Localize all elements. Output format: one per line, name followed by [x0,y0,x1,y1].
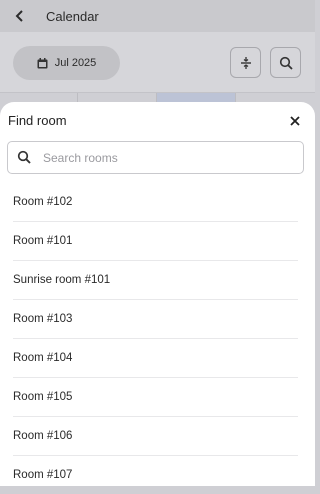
room-list-item[interactable]: Room #104 [13,339,298,378]
collapse-button[interactable] [230,47,261,78]
page-title: Calendar [46,8,99,24]
toolbar-search-button[interactable] [270,47,301,78]
back-chevron-icon[interactable] [0,0,40,32]
room-list-item[interactable]: Room #103 [13,300,298,339]
find-room-sheet: Find room Room #102 Room #101 Sunrise ro… [0,102,315,486]
room-list-item[interactable]: Room #107 [13,456,298,494]
room-list-item[interactable]: Room #106 [13,417,298,456]
calendar-icon [37,57,48,69]
month-picker-button[interactable]: Jul 2025 [13,46,120,80]
search-icon [17,150,33,166]
month-label: Jul 2025 [54,57,97,69]
room-list-item[interactable]: Room #105 [13,378,298,417]
sheet-title: Find room [8,113,67,128]
collapse-vertical-icon [240,56,251,69]
close-icon[interactable] [288,114,302,128]
room-list-item[interactable]: Room #102 [13,183,298,222]
search-icon [279,56,293,70]
search-rooms-field[interactable] [7,141,304,174]
room-list-item[interactable]: Sunrise room #101 [13,261,298,300]
app-bar: Calendar [0,0,315,32]
room-list-item[interactable]: Room #101 [13,222,298,261]
sheet-header: Find room [8,112,307,132]
calendar-toolbar: Jul 2025 [0,32,315,93]
room-list: Room #102 Room #101 Sunrise room #101 Ro… [0,183,315,494]
search-input[interactable] [41,149,285,166]
